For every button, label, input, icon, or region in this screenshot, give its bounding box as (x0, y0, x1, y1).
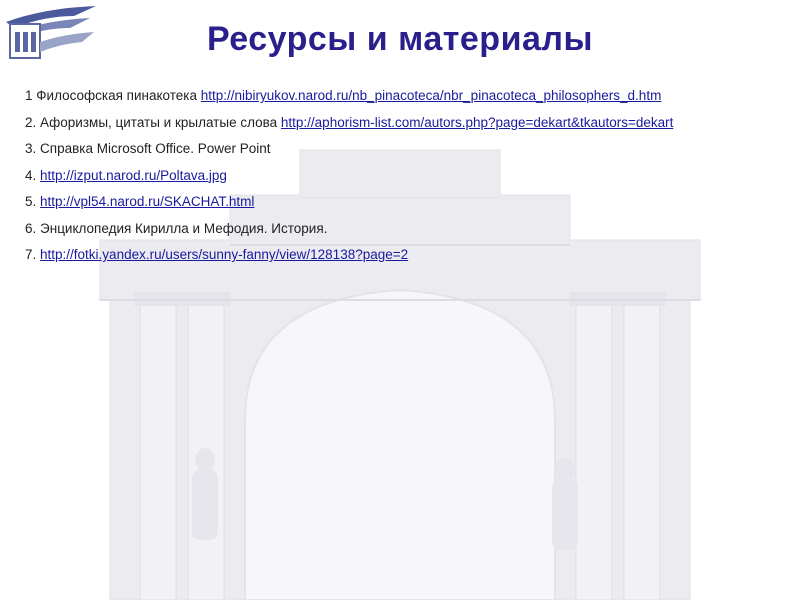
reference-text: Справка Microsoft Office. Power Point (40, 141, 271, 156)
reference-number: 5. (25, 194, 37, 209)
reference-link[interactable]: http://fotki.yandex.ru/users/sunny-fanny… (40, 247, 408, 262)
reference-item: 7. http://fotki.yandex.ru/users/sunny-fa… (25, 247, 795, 274)
reference-list: 1 Философская пинакотека http://nibiryuk… (25, 88, 795, 274)
reference-item: 2. Афоризмы, цитаты и крылатые слова htt… (25, 115, 795, 142)
reference-link[interactable]: http://izput.narod.ru/Poltava.jpg (40, 168, 227, 183)
reference-link[interactable]: http://aphorism-list.com/autors.php?page… (281, 115, 673, 130)
reference-link[interactable]: http://nibiryukov.narod.ru/nb_pinacoteca… (201, 88, 662, 103)
reference-item: 3. Справка Microsoft Office. Power Point (25, 141, 795, 168)
reference-number: 6. (25, 220, 37, 236)
reference-number: 3. (25, 141, 37, 156)
reference-item: 5. http://vpl54.narod.ru/SKACHAT.html (25, 194, 795, 221)
reference-text: Философская пинакотека (36, 88, 197, 103)
reference-link[interactable]: http://vpl54.narod.ru/SKACHAT.html (40, 194, 254, 209)
reference-text: Энциклопедия Кирилла и Мефодия. История. (40, 220, 328, 236)
reference-item: 4. http://izput.narod.ru/Poltava.jpg (25, 168, 795, 195)
slide-title: Ресурсы и материалы (206, 20, 594, 58)
reference-number: 2. (25, 114, 37, 130)
reference-text: Афоризмы, цитаты и крылатые слова (40, 114, 278, 130)
reference-number: 4. (25, 167, 37, 183)
reference-number: 7. (25, 247, 37, 262)
slide: Ресурсы и материалы 1 Философская пинако… (0, 0, 800, 600)
reference-item: 6. Энциклопедия Кирилла и Мефодия. Истор… (25, 221, 795, 248)
reference-number: 1 (25, 88, 33, 103)
reference-item: 1 Философская пинакотека http://nibiryuk… (25, 88, 795, 115)
